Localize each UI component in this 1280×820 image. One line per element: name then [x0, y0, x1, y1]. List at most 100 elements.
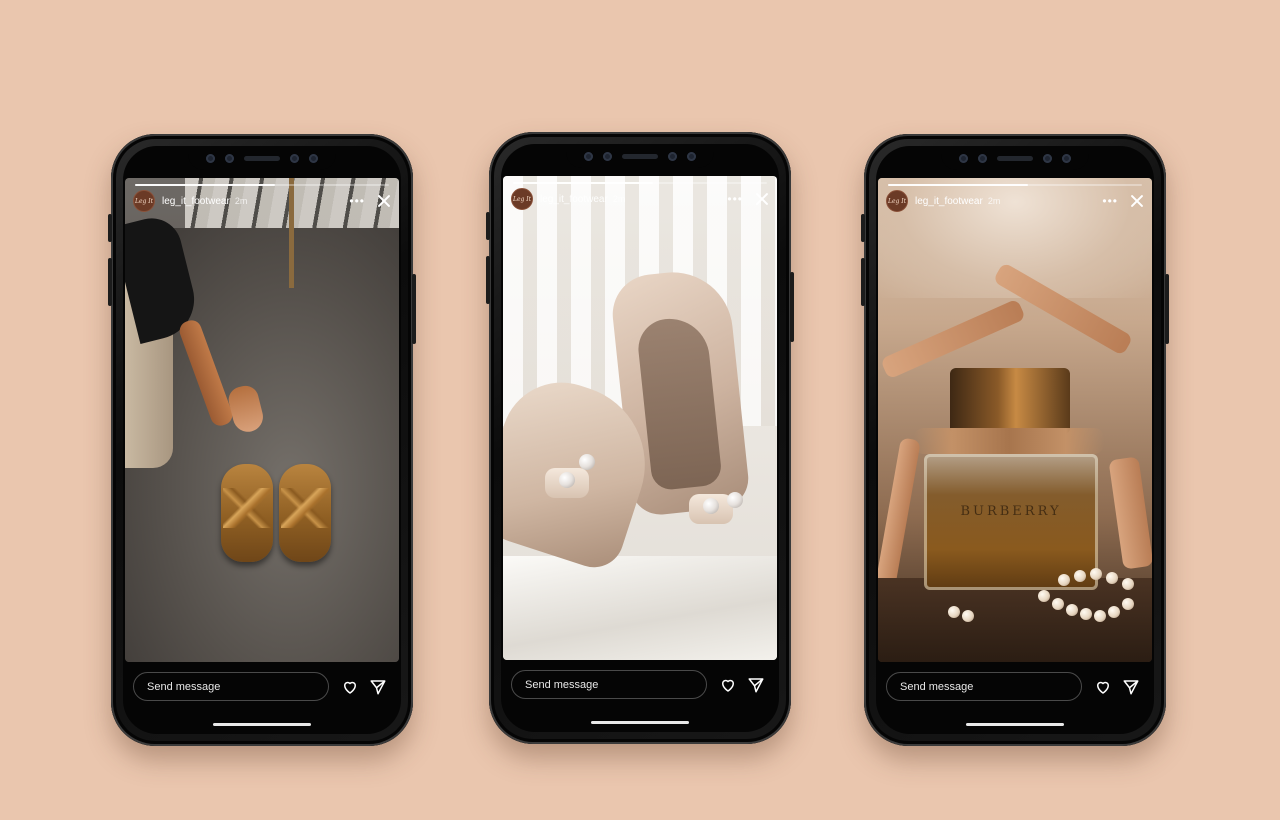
- photo-pearl: [1058, 574, 1070, 586]
- front-sensor: [603, 151, 612, 161]
- front-camera: [959, 153, 968, 163]
- photo-slipper-left: [221, 464, 273, 562]
- more-icon[interactable]: •••: [349, 195, 365, 207]
- photo-pearl: [948, 606, 960, 618]
- photo-satin-cloth: [503, 556, 777, 660]
- phone-side-button: [861, 214, 865, 242]
- front-camera: [206, 153, 215, 163]
- phone-screen: Leg It leg_it_footwear 2m ••• Send messa…: [501, 144, 779, 732]
- phone-mockup-2: Leg It leg_it_footwear 2m ••• Send messa…: [486, 132, 794, 744]
- close-icon[interactable]: [377, 194, 391, 208]
- story-username[interactable]: leg_it_footwear: [540, 194, 608, 205]
- photo-ribbon: [914, 428, 1104, 454]
- phone-mockup-3: BURBERRY Leg It leg_it_footwear 2m ••• S…: [861, 134, 1169, 746]
- photo-bow-gem: [727, 492, 743, 508]
- photo-pearl: [1052, 598, 1064, 610]
- close-icon[interactable]: [1130, 194, 1144, 208]
- front-sensor: [1043, 153, 1052, 163]
- story-progress-bar: [888, 184, 1142, 186]
- story-photo[interactable]: BURBERRY Leg It leg_it_footwear 2m •••: [878, 178, 1152, 662]
- phone-side-button: [790, 272, 794, 342]
- phone-side-button: [412, 274, 416, 344]
- phone-side-button: [486, 256, 490, 304]
- front-sensor: [225, 153, 234, 163]
- photo-table: [878, 578, 1152, 662]
- phone-screen: Leg It leg_it_footwear 2m ••• Send messa…: [123, 146, 401, 734]
- photo-pearl: [962, 610, 974, 622]
- close-icon[interactable]: [755, 192, 769, 206]
- home-indicator[interactable]: [966, 723, 1064, 726]
- front-camera: [584, 151, 593, 161]
- photo-slipper-right: [279, 464, 331, 562]
- story-timestamp: 2m: [234, 196, 248, 206]
- front-sensor: [687, 151, 696, 161]
- photo-pearl: [1066, 604, 1078, 616]
- story-username[interactable]: leg_it_footwear: [915, 196, 983, 207]
- heart-icon[interactable]: [719, 676, 737, 694]
- photo-pearl: [1038, 590, 1050, 602]
- photo-pearl: [1108, 606, 1120, 618]
- phone-side-button: [486, 212, 490, 240]
- story-progress-bar: [135, 184, 389, 186]
- story-header: Leg It leg_it_footwear 2m •••: [886, 190, 1144, 212]
- story-header: Leg It leg_it_footwear 2m •••: [133, 190, 391, 212]
- story-progress-bar: [513, 182, 767, 184]
- story-username[interactable]: leg_it_footwear: [162, 196, 230, 207]
- photo-perfume-bottle: BURBERRY: [924, 454, 1098, 590]
- photo-bow-gem: [559, 472, 575, 488]
- phone-screen: BURBERRY Leg It leg_it_footwear 2m ••• S…: [876, 146, 1154, 734]
- send-icon[interactable]: [1122, 678, 1140, 696]
- avatar[interactable]: Leg It: [511, 188, 533, 210]
- story-reply-bar: Send message: [133, 672, 391, 701]
- front-sensor: [668, 151, 677, 161]
- send-message-input[interactable]: Send message: [511, 670, 707, 699]
- story-progress-fill: [513, 182, 653, 184]
- phone-notch: [941, 146, 1089, 170]
- phone-side-button: [861, 258, 865, 306]
- home-indicator[interactable]: [591, 721, 689, 724]
- heart-icon[interactable]: [1094, 678, 1112, 696]
- send-message-input[interactable]: Send message: [886, 672, 1082, 701]
- phone-side-button: [1165, 274, 1169, 344]
- story-timestamp: 2m: [987, 196, 1001, 206]
- phone-side-button: [108, 258, 112, 306]
- avatar[interactable]: Leg It: [886, 190, 908, 212]
- more-icon[interactable]: •••: [1102, 195, 1118, 207]
- photo-sandal-strap: [1108, 456, 1152, 570]
- earpiece-speaker: [997, 155, 1033, 161]
- story-progress-fill: [135, 184, 275, 186]
- story-header: Leg It leg_it_footwear 2m •••: [511, 188, 769, 210]
- story-reply-bar: Send message: [886, 672, 1144, 701]
- story-reply-bar: Send message: [511, 670, 769, 699]
- phone-notch: [566, 144, 714, 168]
- photo-pearl: [1094, 610, 1106, 622]
- front-sensor: [309, 153, 318, 163]
- photo-perfume-cap: [950, 368, 1070, 434]
- photo-sandal-strap: [878, 437, 921, 589]
- avatar[interactable]: Leg It: [133, 190, 155, 212]
- front-sensor: [1062, 153, 1071, 163]
- story-progress-fill: [888, 184, 1028, 186]
- photo-pearl: [1090, 568, 1102, 580]
- photo-pearl: [1074, 570, 1086, 582]
- photo-pearl: [1106, 572, 1118, 584]
- story-photo[interactable]: Leg It leg_it_footwear 2m •••: [503, 176, 777, 660]
- more-icon[interactable]: •••: [727, 193, 743, 205]
- phone-mockup-1: Leg It leg_it_footwear 2m ••• Send messa…: [108, 134, 416, 746]
- front-sensor: [290, 153, 299, 163]
- send-icon[interactable]: [747, 676, 765, 694]
- story-photo[interactable]: Leg It leg_it_footwear 2m •••: [125, 178, 399, 662]
- phone-side-button: [108, 214, 112, 242]
- send-message-input[interactable]: Send message: [133, 672, 329, 701]
- send-icon[interactable]: [369, 678, 387, 696]
- photo-bow-gem: [703, 498, 719, 514]
- phone-notch: [188, 146, 336, 170]
- home-indicator[interactable]: [213, 723, 311, 726]
- bottle-label: BURBERRY: [960, 504, 1062, 519]
- photo-pearl: [1122, 598, 1134, 610]
- photo-pearl: [1080, 608, 1092, 620]
- earpiece-speaker: [622, 153, 658, 159]
- earpiece-speaker: [244, 155, 280, 161]
- story-timestamp: 2m: [612, 194, 626, 204]
- heart-icon[interactable]: [341, 678, 359, 696]
